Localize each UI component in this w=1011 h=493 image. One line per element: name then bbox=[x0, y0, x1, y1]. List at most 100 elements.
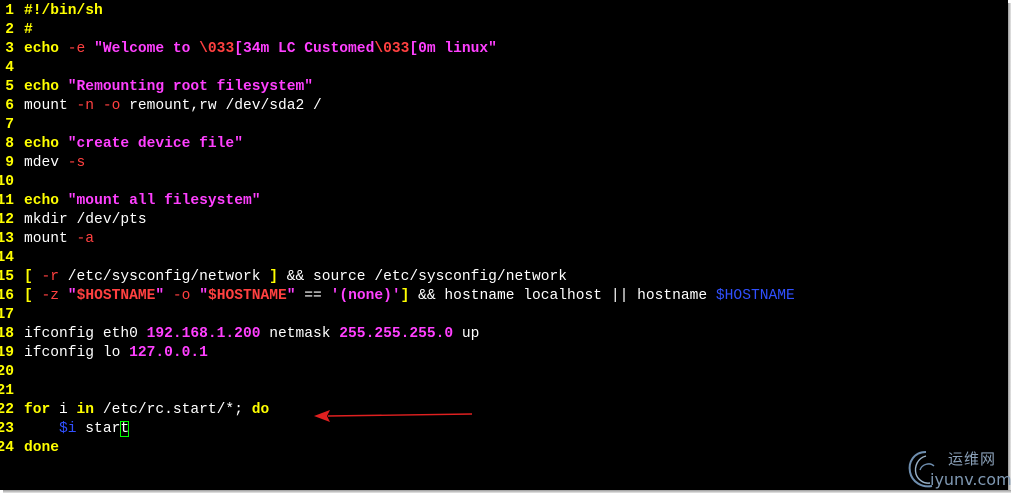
code-token: [0m linux" bbox=[409, 41, 497, 57]
code-token: && source /etc/sysconfig/network bbox=[286, 269, 567, 285]
code-token: ifconfig eth0 bbox=[24, 326, 147, 342]
line-number: 12 bbox=[0, 212, 14, 228]
code-token: echo bbox=[24, 41, 68, 57]
code-token: -n bbox=[76, 98, 103, 114]
line-content: # bbox=[24, 21, 33, 40]
line-content: #!/bin/sh bbox=[24, 2, 103, 21]
code-token: for bbox=[24, 402, 60, 418]
code-token: remount,rw /dev/sda2 / bbox=[129, 98, 322, 114]
line-number: 10 bbox=[0, 174, 14, 190]
code-token: $HOSTNAME bbox=[207, 288, 287, 304]
line-number: 9 bbox=[5, 155, 14, 171]
code-token: -o bbox=[172, 288, 200, 304]
code-token: " bbox=[67, 288, 77, 304]
code-token: "Welcome to bbox=[94, 41, 200, 57]
line-number: 24 bbox=[0, 440, 14, 456]
code-token: #!/bin/sh bbox=[24, 3, 103, 19]
line-content: mount -n -o remount,rw /dev/sda2 / bbox=[24, 97, 322, 116]
line-number: 16 bbox=[0, 288, 14, 304]
code-token: echo bbox=[24, 136, 68, 152]
line-content: echo "Remounting root filesystem" bbox=[24, 78, 313, 97]
line-content: mdev -s bbox=[24, 154, 85, 173]
code-token: "mount all filesystem" bbox=[67, 193, 261, 209]
code-token: [34m LC Customed bbox=[234, 41, 375, 57]
line-number: 11 bbox=[0, 193, 14, 209]
code-token: "create device file" bbox=[67, 136, 243, 152]
code-token: mount bbox=[24, 98, 77, 114]
line-content: [ -r /etc/sysconfig/network ] && source … bbox=[24, 268, 567, 287]
code-token: && hostname localhost || hostname bbox=[418, 288, 716, 304]
code-token: # bbox=[24, 22, 33, 38]
code-token: done bbox=[24, 440, 60, 456]
code-token: [ bbox=[24, 269, 42, 285]
line-content: mkdir /dev/pts bbox=[24, 211, 147, 230]
site-watermark: 运维网 iyunv.com bbox=[904, 446, 1011, 490]
code-token: 255.255.255.0 bbox=[339, 326, 454, 342]
line-number: 4 bbox=[5, 60, 14, 76]
code-token: i bbox=[59, 402, 77, 418]
code-token: mkdir /dev/pts bbox=[24, 212, 147, 228]
line-number: 1 bbox=[5, 3, 14, 19]
line-content: mount -a bbox=[24, 230, 94, 249]
line-content: ifconfig eth0 192.168.1.200 netmask 255.… bbox=[24, 325, 479, 344]
code-token: [ bbox=[24, 288, 42, 304]
code-token: 192.168.1.200 bbox=[146, 326, 261, 342]
code-token: netmask bbox=[260, 326, 340, 342]
line-number: 8 bbox=[5, 136, 14, 152]
line-number: 21 bbox=[0, 383, 14, 399]
code-token: echo bbox=[24, 79, 68, 95]
line-content: for i in /etc/rc.start/*; do bbox=[24, 401, 269, 420]
watermark-site-name: 运维网 bbox=[948, 450, 997, 468]
code-token: /etc/sysconfig/network bbox=[67, 269, 270, 285]
code-token: ifconfig lo bbox=[24, 345, 130, 361]
code-token: $HOSTNAME bbox=[76, 288, 156, 304]
line-content: [ -z "$HOSTNAME" -o "$HOSTNAME" == '(non… bbox=[24, 287, 795, 306]
code-token: -a bbox=[76, 231, 95, 247]
line-number: 14 bbox=[0, 250, 14, 266]
code-token: 127.0.0.1 bbox=[129, 345, 208, 361]
code-token: -z bbox=[41, 288, 68, 304]
line-content: echo "mount all filesystem" bbox=[24, 192, 260, 211]
line-number: 6 bbox=[5, 98, 14, 114]
code-token: star bbox=[76, 421, 121, 437]
line-number: 17 bbox=[0, 307, 14, 323]
code-token: == bbox=[304, 288, 331, 304]
code-token: mount bbox=[24, 231, 77, 247]
code-token: " bbox=[199, 288, 208, 304]
line-number: 15 bbox=[0, 269, 14, 285]
arrow-left-icon bbox=[314, 410, 473, 422]
line-number: 22 bbox=[0, 402, 14, 418]
code-token: \033 bbox=[374, 41, 410, 57]
code-token: $HOSTNAME bbox=[715, 288, 795, 304]
line-number: 13 bbox=[0, 231, 14, 247]
line-content: echo "create device file" bbox=[24, 135, 243, 154]
terminal-window[interactable]: 1 #!/bin/sh 2 #3 echo -e "Welcome to \033[34… bbox=[0, 0, 1008, 490]
line-number: 2 bbox=[5, 22, 14, 38]
line-content: $i start bbox=[24, 420, 130, 439]
code-token: echo bbox=[24, 193, 68, 209]
line-number: 23 bbox=[0, 421, 14, 437]
code-token: " bbox=[155, 288, 173, 304]
code-token: /etc/rc.start/*; bbox=[102, 402, 252, 418]
code-token: \033 bbox=[199, 41, 235, 57]
code-token: ] bbox=[269, 269, 287, 285]
code-token: do bbox=[251, 402, 270, 418]
code-token: -e bbox=[67, 41, 95, 57]
line-number: 7 bbox=[5, 117, 14, 133]
line-number: 20 bbox=[0, 364, 14, 380]
line-number: 5 bbox=[5, 79, 14, 95]
line-content: echo -e "Welcome to \033[34m LC Customed… bbox=[24, 40, 497, 59]
line-number: 18 bbox=[0, 326, 14, 342]
line-content: ifconfig lo 127.0.0.1 bbox=[24, 344, 208, 363]
code-token: -o bbox=[102, 98, 130, 114]
code-token: -s bbox=[67, 155, 86, 171]
code-token: " bbox=[286, 288, 305, 304]
line-number: 19 bbox=[0, 345, 14, 361]
code-token: mdev bbox=[24, 155, 68, 171]
code-token: '(none)' bbox=[330, 288, 401, 304]
text-cursor: t bbox=[120, 421, 130, 437]
line-content: done bbox=[24, 439, 59, 458]
line-number: 3 bbox=[5, 41, 14, 57]
code-token: -r bbox=[41, 269, 68, 285]
code-token: up bbox=[453, 326, 480, 342]
